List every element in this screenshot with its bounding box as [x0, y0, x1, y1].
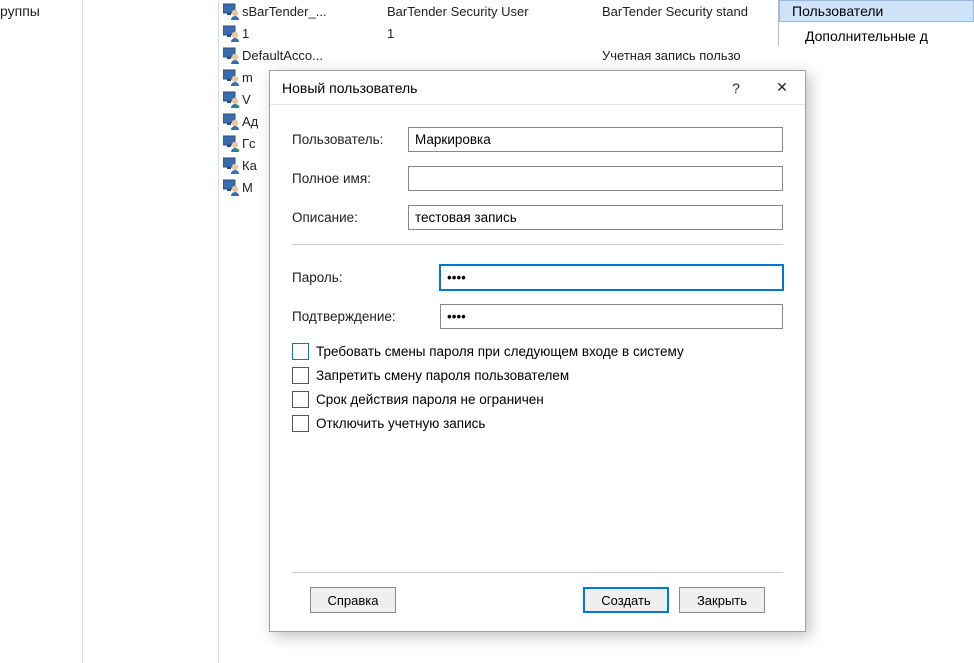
user-icon: [222, 1, 242, 21]
action-panel-item[interactable]: Дополнительные д: [779, 22, 974, 46]
list-cell-info: Учетная запись пользо: [602, 48, 778, 63]
list-item[interactable]: sBarTender_... BarTender Security User B…: [222, 0, 778, 22]
checkbox-label: Срок действия пароля не ограничен: [316, 392, 544, 407]
new-user-dialog: Новый пользователь ? ✕ Пользователь: Пол…: [269, 70, 806, 632]
user-icon: [222, 177, 242, 197]
password-input[interactable]: [440, 265, 783, 290]
user-icon: [222, 89, 242, 109]
divider-vert-1: [82, 0, 83, 663]
checkbox-label: Отключить учетную запись: [316, 416, 485, 431]
list-item[interactable]: 1 1: [222, 22, 778, 44]
confirm-password-label: Подтверждение:: [292, 309, 440, 324]
separator: [292, 244, 783, 245]
checkbox-icon[interactable]: [292, 367, 309, 384]
username-input[interactable]: [408, 127, 783, 152]
action-panel-heading[interactable]: Пользователи: [779, 0, 974, 22]
list-cell-name: DefaultAcco...: [242, 48, 387, 63]
user-icon: [222, 133, 242, 153]
list-cell-desc: 1: [387, 26, 602, 41]
fullname-input[interactable]: [408, 166, 783, 191]
user-icon: [222, 111, 242, 131]
list-cell-info: BarTender Security stand: [602, 4, 778, 19]
checkbox-row-require-change[interactable]: Требовать смены пароля при следующем вхо…: [292, 343, 783, 360]
username-label: Пользователь:: [292, 132, 408, 147]
close-button[interactable]: Закрыть: [679, 587, 765, 613]
create-button[interactable]: Создать: [583, 587, 669, 613]
description-input[interactable]: [408, 205, 783, 230]
divider-vert-2: [218, 0, 219, 663]
sidebar-groups-label: руппы: [0, 3, 40, 19]
list-item[interactable]: DefaultAcco... Учетная запись пользо: [222, 44, 778, 66]
checkbox-icon[interactable]: [292, 391, 309, 408]
fullname-label: Полное имя:: [292, 171, 408, 186]
user-icon: [222, 45, 242, 65]
list-cell-name: 1: [242, 26, 387, 41]
help-button-footer[interactable]: Справка: [310, 587, 396, 613]
checkbox-row-disable[interactable]: Отключить учетную запись: [292, 415, 783, 432]
checkbox-icon[interactable]: [292, 415, 309, 432]
list-cell-desc: BarTender Security User: [387, 4, 602, 19]
user-icon: [222, 67, 242, 87]
checkbox-row-no-expire[interactable]: Срок действия пароля не ограничен: [292, 391, 783, 408]
dialog-titlebar[interactable]: Новый пользователь ? ✕: [270, 71, 805, 105]
confirm-password-input[interactable]: [440, 304, 783, 329]
checkbox-label: Запретить смену пароля пользователем: [316, 368, 569, 383]
list-cell-name: sBarTender_...: [242, 4, 387, 19]
help-button[interactable]: ?: [713, 71, 759, 105]
checkbox-icon[interactable]: [292, 343, 309, 360]
user-icon: [222, 23, 242, 43]
action-panel: Пользователи Дополнительные д: [778, 0, 974, 46]
user-icon: [222, 155, 242, 175]
description-label: Описание:: [292, 210, 408, 225]
password-label: Пароль:: [292, 270, 440, 285]
checkbox-row-no-change[interactable]: Запретить смену пароля пользователем: [292, 367, 783, 384]
checkbox-label: Требовать смены пароля при следующем вхо…: [316, 344, 684, 359]
close-icon[interactable]: ✕: [759, 71, 805, 105]
dialog-title: Новый пользователь: [282, 80, 713, 96]
